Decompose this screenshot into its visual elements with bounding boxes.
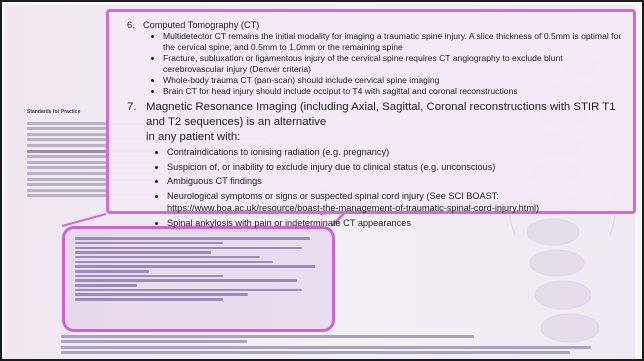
document-continuation-text — [61, 332, 591, 357]
bullet-list: Contraindications to ionising radiation … — [127, 146, 623, 228]
list-item: Fracture, subluxation or ligamentous inj… — [163, 53, 623, 75]
list-item: Multidetector CT remains the initial mod… — [163, 31, 623, 53]
document-heading: Standards for Practice — [27, 109, 81, 115]
zoomed-excerpt-panel: 6. Computed Tomography (CT) Multidetecto… — [106, 9, 636, 228]
screenshot-frame: Standards for Practice 6. Computed Tomog… — [0, 0, 644, 361]
list-item: Spinal ankylosis with pain or indetermin… — [167, 217, 623, 229]
list-item: Contraindications to ionising radiation … — [167, 146, 623, 158]
section-heading: 7. Magnetic Resonance Imaging (including… — [127, 100, 623, 130]
list-item: Whole-body trauma CT (pan-scan) should i… — [163, 75, 623, 86]
section-continuation: in any patient with: — [146, 131, 241, 143]
list-item: Ambiguous CT findings — [167, 175, 623, 187]
section-heading: 6. Computed Tomography (CT) — [127, 20, 260, 30]
bullet-list: Multidetector CT remains the initial mod… — [127, 31, 623, 97]
list-item: Neurological symptoms or signs or suspec… — [167, 190, 623, 214]
list-item: Brain CT for head injury should include … — [163, 86, 623, 97]
section-title: Computed Tomography (CT) — [143, 20, 260, 30]
list-item: Suspicion of, or inability to exclude in… — [167, 161, 623, 173]
highlighted-section — [62, 226, 335, 332]
section-title: Magnetic Resonance Imaging (including Ax… — [146, 101, 616, 128]
